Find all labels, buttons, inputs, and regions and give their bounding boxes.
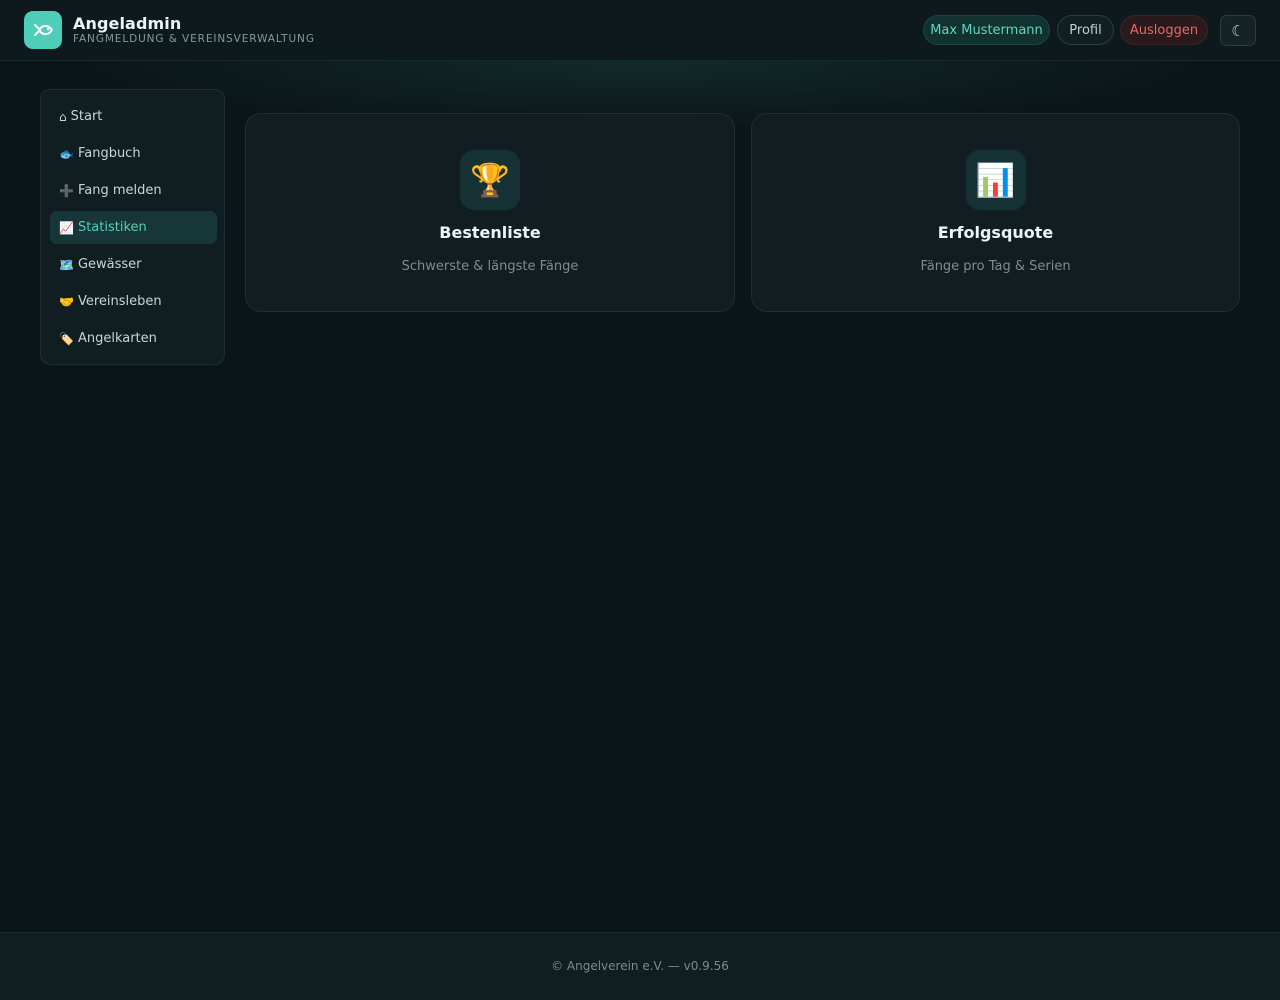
sidebar-item-label: Fang melden (77, 183, 162, 198)
page-footer: © Angelverein e.V. — v0.9.56 (0, 932, 1280, 1000)
sidebar-item-angelkarten[interactable]: 🏷️ Angelkarten (50, 322, 217, 355)
sidebar-item-statistiken[interactable]: 📈 Statistiken (50, 211, 217, 244)
sidebar-nav: ⌂ Start 🐟 Fangbuch ➕ Fang melden 📈 Stati… (40, 89, 225, 365)
profile-button[interactable]: Profil (1057, 15, 1114, 45)
theme-toggle-button[interactable]: ☾ (1220, 15, 1256, 46)
sidebar-item-start[interactable]: ⌂ Start (50, 100, 217, 133)
bar-chart-icon: 📊 (975, 161, 1016, 199)
sidebar-item-label: Vereinsleben (77, 294, 162, 309)
sidebar-item-fang-melden[interactable]: ➕ Fang melden (50, 174, 217, 207)
moon-icon: ☾ (1231, 21, 1245, 40)
sidebar-item-label: Fangbuch (77, 146, 141, 161)
sidebar-item-label: Angelkarten (77, 331, 157, 346)
card-subtitle: Schwerste & längste Fänge (401, 259, 579, 274)
card-subtitle: Fänge pro Tag & Serien (920, 259, 1071, 274)
sidebar-item-fangbuch[interactable]: 🐟 Fangbuch (50, 137, 217, 170)
card-title: Erfolgsquote (937, 223, 1054, 242)
label-tag-icon: 🏷️ (59, 331, 74, 346)
map-icon: 🗺️ (59, 257, 74, 272)
handshake-icon: 🤝 (59, 294, 74, 309)
top-header: Angeladmin FANGMELDUNG & VEREINSVERWALTU… (0, 0, 1280, 61)
sidebar-item-label: Statistiken (77, 220, 147, 235)
chart-increasing-icon: 📈 (59, 220, 74, 235)
app-subtitle: FANGMELDUNG & VEREINSVERWALTUNG (73, 33, 315, 45)
home-icon: ⌂ (59, 109, 67, 124)
app-logo[interactable] (24, 11, 62, 49)
app-title: Angeladmin (73, 14, 182, 33)
logout-button[interactable]: Ausloggen (1120, 15, 1208, 45)
sidebar-item-vereinsleben[interactable]: 🤝 Vereinsleben (50, 285, 217, 318)
fish-icon (34, 24, 53, 36)
sidebar-item-label: Start (70, 109, 103, 124)
card-title: Bestenliste (439, 223, 541, 242)
card-bestenliste[interactable]: 🏆 Bestenliste Schwerste & längste Fänge (245, 113, 735, 312)
sidebar-item-label: Gewässer (77, 257, 142, 272)
trophy-icon: 🏆 (470, 161, 510, 199)
card-erfolgsquote[interactable]: 📊 Erfolgsquote Fänge pro Tag & Serien (751, 113, 1240, 312)
user-name-badge[interactable]: Max Mustermann (923, 15, 1050, 45)
card-icon-box: 🏆 (460, 150, 520, 210)
plus-icon: ➕ (59, 183, 74, 198)
fish-icon: 🐟 (59, 146, 74, 161)
footer-copyright: © Angelverein e.V. — v0.9.56 (551, 959, 729, 973)
card-icon-box: 📊 (965, 150, 1026, 210)
sidebar-item-gewaesser[interactable]: 🗺️ Gewässer (50, 248, 217, 281)
